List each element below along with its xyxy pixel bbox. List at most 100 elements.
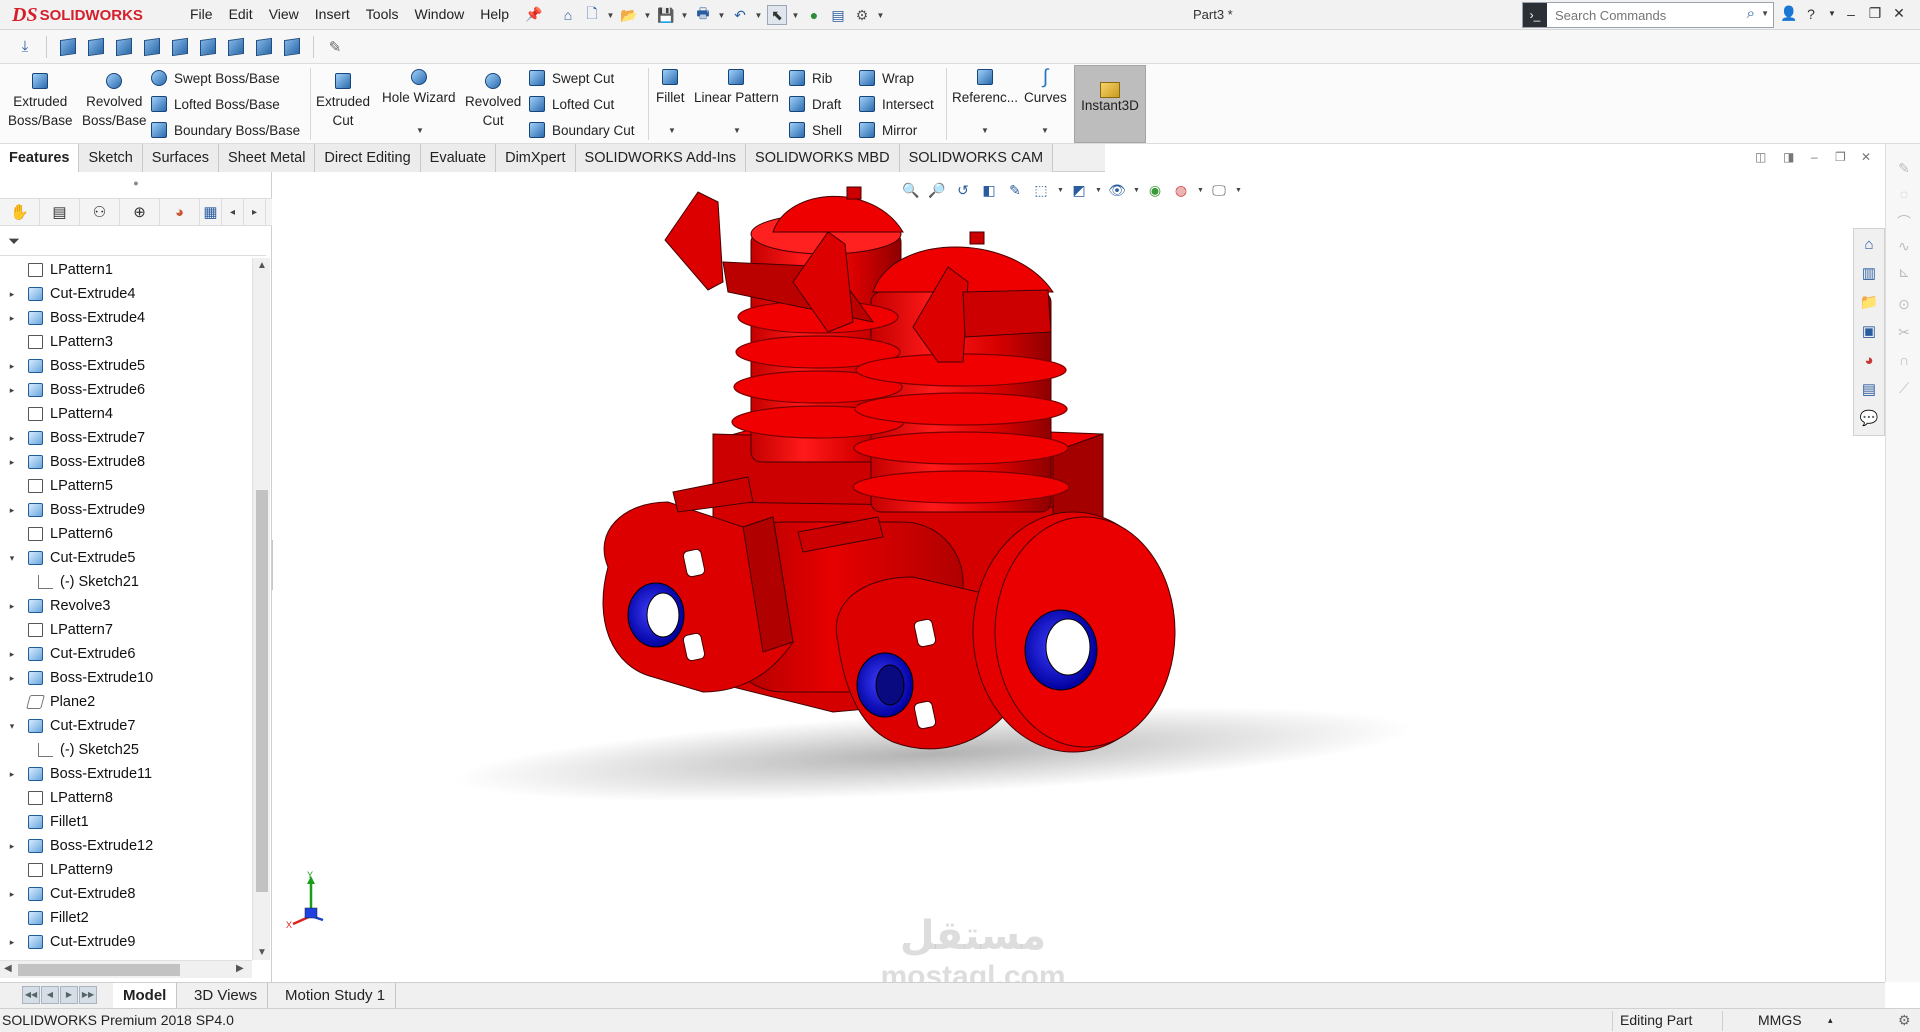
tab-dimxpert[interactable]: DimXpert <box>496 144 576 172</box>
curves-dropdown-caret[interactable]: ▼ <box>1041 126 1049 135</box>
sketch-relation-icon[interactable]: ⊙ <box>1896 296 1912 312</box>
rear-top-bracket[interactable] <box>664 191 724 291</box>
pencil-icon[interactable]: ✎ <box>324 36 346 58</box>
cam-manager-tab-icon[interactable]: ▦ <box>200 199 222 225</box>
design-library-icon[interactable]: ▥ <box>1856 260 1882 286</box>
tree-item[interactable]: ▸ Boss-Extrude10 <box>0 666 252 690</box>
options-gear-icon[interactable]: ⚙ <box>852 5 872 25</box>
tabs-scroll-left-icon[interactable]: ◂ <box>222 199 244 225</box>
filter-funnel-icon[interactable]: ⏷ <box>8 233 20 250</box>
configuration-manager-tab-icon[interactable]: ⚇ <box>80 199 120 225</box>
doc-split-icon[interactable]: ◨ <box>1783 150 1794 164</box>
tree-item[interactable]: (-) Sketch25 <box>0 738 252 762</box>
solidworks-logo[interactable]: DS SOLIDWORKS <box>12 3 154 27</box>
tree-item[interactable]: ▸ Boss-Extrude12 <box>0 834 252 858</box>
view-palette-icon[interactable]: ▣ <box>1856 318 1882 344</box>
search-icon[interactable]: ⌕ <box>1747 5 1755 22</box>
expand-caret-icon[interactable]: ▸ <box>6 505 18 516</box>
tab-sketch[interactable]: Sketch <box>79 144 143 172</box>
view-back-icon[interactable] <box>85 36 107 58</box>
tree-item[interactable]: ▸ Boss-Extrude5 <box>0 354 252 378</box>
expand-caret-icon[interactable]: ▸ <box>6 313 18 324</box>
view-bottom-icon[interactable] <box>197 36 219 58</box>
file-properties-icon[interactable]: ▤ <box>828 5 848 25</box>
tab-3d-views[interactable]: 3D Views <box>184 983 269 1008</box>
help-icon[interactable]: ? <box>1804 6 1818 22</box>
menu-insert[interactable]: Insert <box>307 6 358 23</box>
tree-item[interactable]: ▸ Cut-Extrude8 <box>0 882 252 906</box>
lofted-boss-button[interactable]: Lofted Boss/Base <box>150 93 280 115</box>
extruded-cut-button[interactable]: Extruded Cut <box>316 70 370 130</box>
tab-direct-editing[interactable]: Direct Editing <box>315 144 421 172</box>
reference-geometry-button[interactable]: Referenc... <box>952 66 1018 107</box>
undo-dropdown-caret[interactable]: ▼ <box>754 5 763 25</box>
lofted-cut-button[interactable]: Lofted Cut <box>528 93 614 115</box>
options-dropdown-caret[interactable]: ▼ <box>876 5 885 25</box>
solidworks-resources-icon[interactable]: ⌂ <box>1856 231 1882 257</box>
sketch-line-icon[interactable]: ✎ <box>1896 160 1912 176</box>
select-dropdown-caret[interactable]: ▼ <box>791 5 800 25</box>
doc-restore-button[interactable]: ❐ <box>1835 150 1846 164</box>
vertical-scroll-thumb[interactable] <box>256 490 268 892</box>
undo-icon[interactable]: ↶ <box>730 5 750 25</box>
extruded-boss-button[interactable]: Extruded Boss/Base <box>8 70 73 130</box>
tab-solidworks-cam[interactable]: SOLIDWORKS CAM <box>899 144 1054 172</box>
tree-item[interactable]: LPattern1 <box>0 258 252 282</box>
expand-caret-icon[interactable]: ▸ <box>6 769 18 780</box>
wrap-button[interactable]: Wrap <box>858 67 914 89</box>
tree-item[interactable]: LPattern7 <box>0 618 252 642</box>
tab-model[interactable]: Model <box>113 983 178 1008</box>
restore-button[interactable]: ❐ <box>1868 5 1882 22</box>
linear-pattern-button[interactable]: Linear Pattern <box>694 66 779 107</box>
tabs-scroll-right-icon[interactable]: ▸ <box>244 199 266 225</box>
search-dropdown-caret[interactable]: ▼ <box>1761 9 1769 18</box>
scroll-down-arrow-icon[interactable]: ▼ <box>257 947 267 958</box>
sketch-trim-icon[interactable]: ✂ <box>1896 324 1912 340</box>
tree-item[interactable]: ▸ Boss-Extrude6 <box>0 378 252 402</box>
expand-caret-icon[interactable]: ▸ <box>6 433 18 444</box>
print-dropdown-caret[interactable]: ▼ <box>717 5 726 25</box>
sketch-spline-icon[interactable]: ∿ <box>1896 238 1912 254</box>
expand-caret-icon[interactable]: ▸ <box>6 889 18 900</box>
tree-vertical-scrollbar[interactable]: ▲ ▼ <box>252 258 270 960</box>
appearances-icon[interactable]: ◕ <box>1856 347 1882 373</box>
menu-view[interactable]: View <box>261 6 307 23</box>
tree-item[interactable]: ▸ Cut-Extrude6 <box>0 642 252 666</box>
expand-caret-icon[interactable]: ▸ <box>6 841 18 852</box>
expand-caret-icon[interactable]: ▸ <box>6 673 18 684</box>
graphics-area[interactable]: 🔍 🔎 ↺ ◧ ✎ ⬚ ▼ ◩ ▼ 👁 ▼ ◉ ◍ ▼ 🖵 ▼ مستقل mo… <box>273 172 1885 993</box>
minimize-button[interactable]: – <box>1844 6 1858 22</box>
menu-file[interactable]: File <box>182 6 221 23</box>
view-left-icon[interactable] <box>113 36 135 58</box>
open-folder-icon[interactable]: 📂 <box>619 5 639 25</box>
collapse-caret-icon[interactable]: ▾ <box>6 721 18 732</box>
view-isometric-icon[interactable] <box>225 36 247 58</box>
expand-caret-icon[interactable]: ▸ <box>6 937 18 948</box>
fillet-dropdown-caret[interactable]: ▼ <box>668 126 676 135</box>
engine-block-model[interactable] <box>273 172 1885 982</box>
tree-item[interactable]: (-) Sketch21 <box>0 570 252 594</box>
tree-filter-row[interactable]: ⏷ <box>0 228 266 256</box>
units-caret-icon[interactable]: ▴ <box>1828 1015 1833 1026</box>
instant3d-button[interactable]: Instant3D <box>1074 65 1146 143</box>
sketch-arc-icon[interactable]: ⌒ <box>1896 212 1912 230</box>
pane-grip[interactable]: ● <box>0 172 272 194</box>
horizontal-scroll-thumb[interactable] <box>18 964 180 976</box>
linear-pattern-dropdown-caret[interactable]: ▼ <box>733 126 741 135</box>
tree-item[interactable]: Plane2 <box>0 690 252 714</box>
expand-caret-icon[interactable]: ▸ <box>6 601 18 612</box>
tab-features[interactable]: Features <box>0 144 80 172</box>
property-manager-tab-icon[interactable]: ▤ <box>40 199 80 225</box>
customize-icon[interactable]: ⚙ <box>1898 1012 1911 1029</box>
tree-item[interactable]: ▸ Cut-Extrude9 <box>0 930 252 954</box>
mirror-button[interactable]: Mirror <box>858 119 917 141</box>
doc-minimize-button[interactable]: – <box>1811 150 1818 164</box>
sketch-smart-icon[interactable]: ⟋ <box>1896 380 1912 396</box>
tree-item[interactable]: LPattern8 <box>0 786 252 810</box>
scroll-left-arrow-icon[interactable]: ◀ <box>4 963 12 974</box>
tree-horizontal-scrollbar[interactable]: ◀ ▶ <box>0 960 252 978</box>
prev-tab-arrow-icon[interactable]: ◀ <box>41 986 59 1004</box>
reference-dropdown-caret[interactable]: ▼ <box>981 126 989 135</box>
tree-item[interactable]: ▸ Revolve3 <box>0 594 252 618</box>
front-spark-plug[interactable] <box>969 231 985 245</box>
